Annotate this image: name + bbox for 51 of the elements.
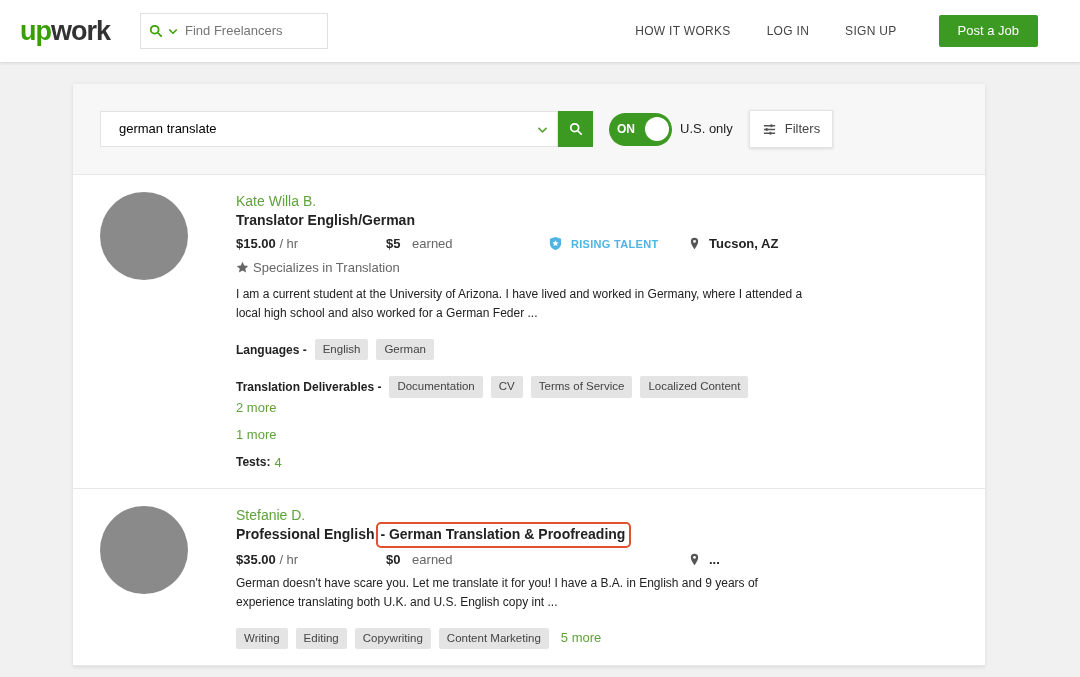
nav-link[interactable]: SIGN UP bbox=[845, 22, 897, 40]
rate-unit: / hr bbox=[279, 236, 299, 251]
location-pin-icon bbox=[688, 237, 701, 251]
rate-unit: / hr bbox=[279, 552, 299, 567]
search-input[interactable]: german translate bbox=[117, 118, 536, 140]
freelancer-description: German doesn't have scare you. Let me translate it for you! I have a B.A. in English and 9 years of experience translating both U.K. and U.S. English copy int ... bbox=[236, 574, 759, 611]
rising-talent-label: RISING TALENT bbox=[571, 236, 659, 252]
section-label: Languages - bbox=[236, 341, 307, 359]
earned-label: earned bbox=[412, 552, 453, 567]
search-icon bbox=[568, 122, 583, 136]
highlighted-title-text: - German Translation & Proofreading bbox=[378, 524, 630, 546]
star-icon bbox=[236, 260, 249, 274]
skill-tag[interactable]: Terms of Service bbox=[530, 376, 633, 398]
earned-label: earned bbox=[412, 236, 453, 251]
location: Tucson, AZ bbox=[709, 235, 779, 253]
freelancer-description: I am a current student at the University of Arizona. I have lived and worked in Germany, where I attended a local high school and also worked for a German Feder ... bbox=[236, 286, 804, 322]
skill-tag[interactable]: English bbox=[314, 339, 369, 361]
freelancer-title: Translator English/German bbox=[236, 211, 415, 230]
shield-icon bbox=[548, 236, 563, 252]
earned-amount: $0 bbox=[386, 552, 401, 567]
nav-link[interactable]: LOG IN bbox=[766, 22, 810, 40]
search-button[interactable] bbox=[558, 111, 593, 147]
filters-button[interactable]: Filters bbox=[748, 110, 834, 148]
skill-tag[interactable]: Content Marketing bbox=[438, 627, 549, 649]
search-icon bbox=[149, 24, 164, 38]
skill-tag[interactable]: CV bbox=[490, 376, 523, 398]
skill-tag[interactable]: Documentation bbox=[389, 376, 483, 398]
search-field[interactable]: Find Freelancers bbox=[140, 13, 329, 49]
hourly-rate: $15.00 bbox=[236, 236, 276, 251]
post-job-button[interactable]: Post a Job bbox=[938, 15, 1038, 47]
skill-tag[interactable]: Editing bbox=[295, 627, 347, 649]
tests-count: 4 bbox=[274, 453, 282, 472]
section-label: Translation Deliverables - bbox=[236, 378, 382, 396]
tests-label: Tests: bbox=[236, 453, 271, 471]
toggle-label: U.S. only bbox=[680, 120, 733, 139]
logo[interactable]: upwork bbox=[20, 10, 111, 52]
hourly-rate: $35.00 bbox=[236, 552, 276, 567]
skill-tag[interactable]: Writing bbox=[236, 627, 288, 649]
search-field[interactable]: german translate bbox=[100, 111, 558, 147]
earned-amount: $5 bbox=[386, 236, 401, 251]
nav-link[interactable]: HOW IT WORKS bbox=[635, 22, 731, 40]
specialty-text: Specializes in Translation bbox=[253, 258, 400, 277]
skill-tag[interactable]: Localized Content bbox=[640, 376, 749, 398]
location: ... bbox=[709, 551, 720, 569]
search-input[interactable]: Find Freelancers bbox=[183, 20, 320, 42]
skill-tag[interactable]: Copywriting bbox=[354, 627, 431, 649]
freelancer-title: Professional English bbox=[236, 525, 376, 544]
toggle-switch[interactable]: ON bbox=[609, 112, 672, 146]
sliders-icon bbox=[761, 121, 777, 137]
skill-tag[interactable]: German bbox=[376, 339, 434, 361]
location-pin-icon bbox=[688, 553, 701, 567]
